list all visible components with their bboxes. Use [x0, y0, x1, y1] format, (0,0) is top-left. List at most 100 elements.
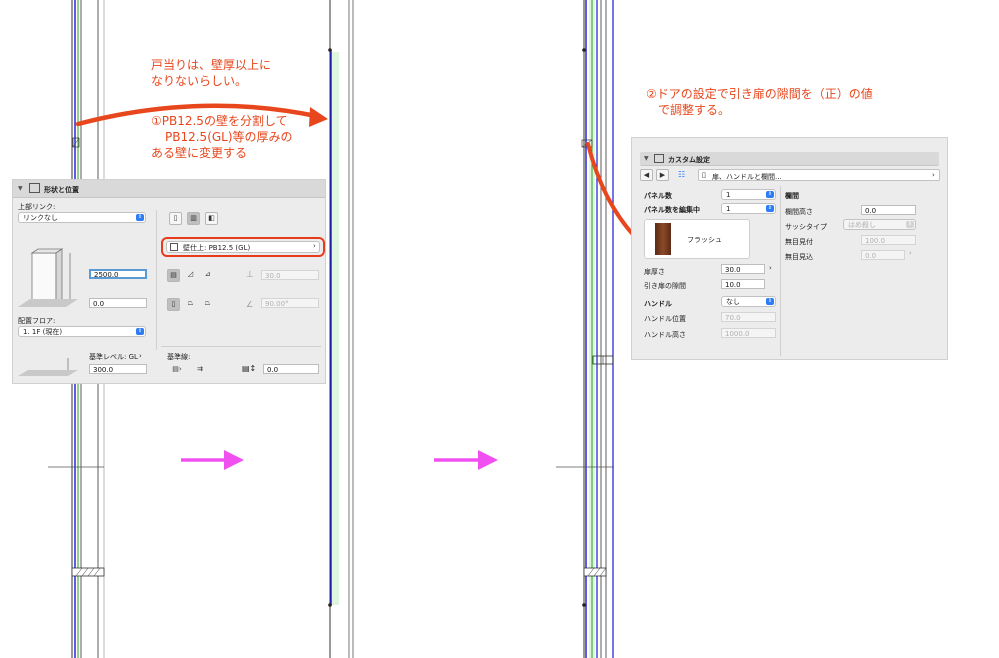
top-link-label: 上部リンク:	[18, 203, 56, 211]
chevron-right-icon[interactable]: ›	[909, 249, 912, 257]
wall-straight-icon[interactable]: ▤	[167, 269, 180, 282]
ref-line-label: 基準線:	[167, 353, 191, 361]
annotation-note-3-line1: ②ドアの設定で引き扉の隙間を（正）の値	[646, 87, 873, 101]
floor-value: 1. 1F (現在)	[23, 328, 63, 336]
floor-label: 配置フロア:	[18, 317, 56, 325]
sash-type-value: はめ殺し	[848, 221, 876, 229]
composite-selector[interactable]: 壁仕上: PB12.5 (GL) ›	[166, 241, 320, 253]
frame-label: 無目見付	[785, 238, 813, 246]
composite-icon	[170, 243, 178, 251]
door-style-picker[interactable]: フラッシュ	[644, 219, 750, 259]
gap-input[interactable]: 10.0	[721, 279, 765, 289]
chevron-right-icon[interactable]: ›	[769, 264, 772, 272]
angle-icon: ∠	[246, 300, 254, 309]
door-settings-panel: ▼ カスタム設定 ◀ ▶ ☷ ▯ 扉、ハンドルと欄間... › パネル数 1 ⇕…	[631, 137, 948, 360]
wall-panel-header[interactable]: ▼ 形状と位置	[13, 180, 325, 198]
chevron-right-icon[interactable]: ›	[139, 352, 142, 360]
annotation-note-2-line2: PB12.5(GL)等の厚みの	[165, 130, 293, 144]
chevron-right-icon: ›	[932, 171, 935, 179]
ref-level-input[interactable]: 300.0	[89, 364, 147, 374]
handle-select[interactable]: なし ⇕	[721, 296, 776, 307]
chevron-updown-icon: ⇕	[136, 214, 144, 221]
annotation-note-3: ②ドアの設定で引き扉の隙間を（正）の値 で調整する。	[646, 86, 873, 118]
wall-vertical-icon[interactable]: ▯	[167, 298, 180, 311]
page-menu-icon[interactable]: ☷	[678, 170, 685, 179]
page-selector[interactable]: ▯ 扉、ハンドルと欄間... ›	[698, 169, 940, 181]
back-arrow-icon[interactable]: ◀	[640, 169, 653, 181]
ref-line-offset-icon: ▤↕	[242, 364, 257, 373]
panel-edit-select[interactable]: 1 ⇕	[721, 203, 776, 214]
chevron-right-icon: ›	[313, 242, 316, 250]
wall-curved-icon[interactable]: ◿	[184, 269, 197, 282]
annotation-note-1: 戸当りは、壁厚以上に なりないらしい。	[151, 57, 271, 89]
ref-level-diagram	[18, 358, 78, 376]
wall-trapezoid-icon[interactable]: ⊿	[201, 269, 214, 282]
ref-level-label: 基準レベル: GL	[89, 353, 138, 361]
door-panel-title: カスタム設定	[668, 156, 710, 164]
wall-structure-basic-icon[interactable]: ▯	[169, 212, 182, 225]
ref-line-offset-input[interactable]: 0.0	[263, 364, 319, 374]
transom-height-input[interactable]: 0.0	[861, 205, 916, 215]
handle-label: ハンドル	[644, 300, 672, 308]
chevron-updown-icon: ⇕	[766, 205, 774, 212]
column-divider	[780, 186, 781, 356]
composite-label: 壁仕上: PB12.5 (GL)	[183, 244, 251, 252]
flow-arrow-1	[181, 450, 244, 470]
annotation-note-3-line2: で調整する。	[658, 103, 731, 117]
frame-input[interactable]: 100.0	[861, 235, 916, 245]
wall-height-diagram	[18, 248, 78, 307]
door-thickness-input[interactable]: 30.0	[721, 264, 765, 274]
geometry-icon	[29, 183, 40, 193]
door-thickness-label: 扉厚さ	[644, 268, 665, 276]
gap-label: 引き扉の隙間	[644, 282, 686, 290]
disclosure-triangle-icon[interactable]: ▼	[644, 155, 649, 162]
angle-input[interactable]: 90.00°	[261, 298, 319, 308]
bottom-offset-input[interactable]: 0.0	[89, 298, 147, 308]
wall-structure-composite-icon[interactable]: ▥	[187, 212, 200, 225]
handle-height-label: ハンドル高さ	[644, 331, 686, 339]
panel-divider	[156, 210, 157, 350]
frame-depth-label: 無目見込	[785, 253, 813, 261]
ref-line-side-icon[interactable]: ▤›	[167, 364, 187, 377]
chevron-updown-icon: ⇕	[906, 221, 914, 228]
ref-line-direction-icon[interactable]: ⇉	[191, 364, 209, 377]
door-panel-header[interactable]: ▼ カスタム設定	[640, 152, 939, 166]
panel-count-select[interactable]: 1 ⇕	[721, 189, 776, 200]
wall-slanted-icon[interactable]: ⏢	[184, 298, 197, 311]
flow-arrow-2	[434, 450, 498, 470]
annotation-note-1-line1: 戸当りは、壁厚以上に	[151, 58, 272, 72]
flush-label: フラッシュ	[687, 236, 722, 244]
thickness-icon: ⊥	[246, 270, 254, 280]
annotation-note-2-line3: ある壁に変更する	[151, 146, 248, 160]
handle-height-input[interactable]: 1000.0	[721, 328, 776, 338]
chevron-updown-icon: ⇕	[136, 328, 144, 335]
handle-pos-input[interactable]: 70.0	[721, 312, 776, 322]
panel-edit-value: 1	[726, 205, 731, 213]
annotation-note-2-line1: ①PB12.5の壁を分割して	[151, 114, 288, 128]
thickness-input[interactable]: 30.0	[261, 270, 319, 280]
wall-double-slanted-icon[interactable]: ⏢	[201, 298, 214, 311]
door-icon: ▯	[702, 171, 706, 179]
chevron-updown-icon: ⇕	[766, 191, 774, 198]
panel-count-value: 1	[726, 191, 731, 199]
wall-settings-panel: ▼ 形状と位置 上部リンク: リンクなし ⇕ 2500.0 0.0 配置フロア:…	[12, 179, 326, 384]
wall-structure-profile-icon[interactable]: ◧	[205, 212, 218, 225]
handle-pos-label: ハンドル位置	[644, 315, 686, 323]
panel-divider	[161, 346, 321, 347]
middle-wall-drawing	[328, 0, 354, 658]
top-link-value: リンクなし	[23, 214, 58, 222]
chevron-updown-icon: ⇕	[766, 298, 774, 305]
top-link-select[interactable]: リンクなし ⇕	[18, 212, 146, 223]
panel-edit-label: パネル数を編集中	[644, 206, 700, 214]
wall-panel-title: 形状と位置	[44, 186, 79, 194]
custom-settings-icon	[654, 154, 664, 163]
disclosure-triangle-icon[interactable]: ▼	[18, 185, 23, 192]
sash-type-select[interactable]: はめ殺し ⇕	[843, 219, 916, 230]
annotation-note-1-line2: なりないらしい。	[151, 74, 248, 88]
floor-select[interactable]: 1. 1F (現在) ⇕	[18, 326, 146, 337]
wall-height-input[interactable]: 2500.0	[89, 269, 147, 279]
annotation-note-2: ①PB12.5の壁を分割して PB12.5(GL)等の厚みの ある壁に変更する	[151, 113, 293, 161]
frame-depth-input[interactable]: 0.0	[861, 250, 905, 260]
panel-count-label: パネル数	[644, 192, 672, 200]
forward-arrow-icon[interactable]: ▶	[656, 169, 669, 181]
